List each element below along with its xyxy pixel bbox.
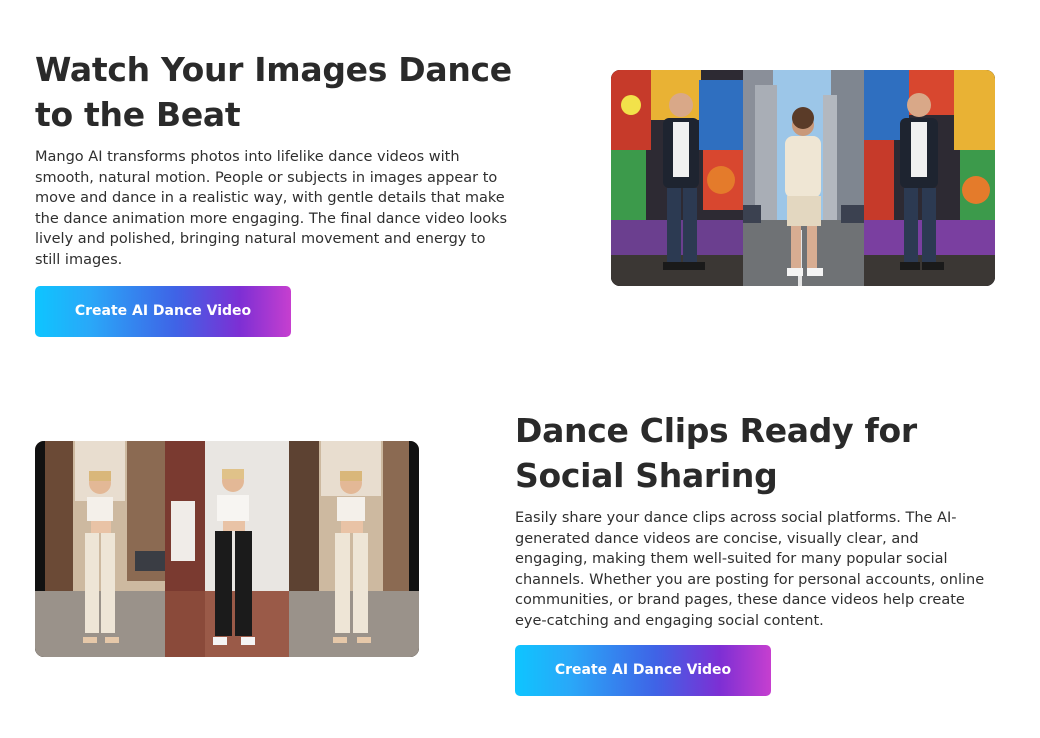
frame-city-street [743, 70, 864, 286]
graffiti-dancer-image-2 [864, 70, 995, 286]
dance-video-preview-1[interactable] [611, 70, 995, 286]
street-dancer-image-2 [289, 441, 419, 657]
dance-video-preview-2[interactable] [35, 441, 419, 657]
create-ai-dance-video-button-2[interactable]: Create AI Dance Video [515, 644, 771, 696]
frame-studio [165, 441, 289, 657]
frame-graffiti-left [611, 70, 743, 286]
section-1-heading: Watch Your Images Dance to the Beat [35, 50, 512, 134]
city-dancer-image [743, 70, 864, 286]
frame-graffiti-right [864, 70, 995, 286]
section-1-description: Mango AI transforms photos into lifelike… [35, 149, 508, 268]
section-2-description: Easily share your dance clips across soc… [515, 510, 985, 629]
street-dancer-image [35, 441, 165, 657]
frame-street-right [289, 441, 419, 657]
create-ai-dance-video-button[interactable]: Create AI Dance Video [35, 285, 291, 337]
section-2-heading: Dance Clips Ready for Social Sharing [515, 411, 917, 495]
section-2-text: Dance Clips Ready for Social Sharing Eas… [515, 408, 995, 696]
graffiti-dancer-image [611, 70, 743, 286]
studio-dancer-image [165, 441, 289, 657]
section-1-text: Watch Your Images Dance to the Beat Mang… [35, 47, 515, 337]
frame-street-left [35, 441, 165, 657]
